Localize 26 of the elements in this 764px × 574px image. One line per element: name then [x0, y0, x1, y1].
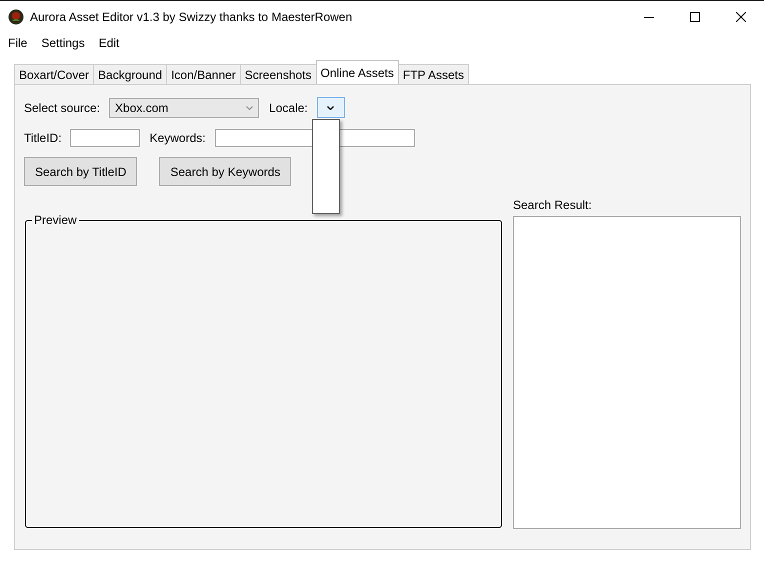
tab[interactable]: FTP Assets: [398, 64, 470, 84]
tab[interactable]: Screenshots: [240, 64, 316, 84]
search-button[interactable]: Search by TitleID: [24, 157, 138, 186]
titleid-field[interactable]: [70, 129, 140, 147]
tab[interactable]: Icon/Banner: [166, 64, 241, 84]
locale-dropdown[interactable]: [316, 97, 345, 118]
menu-item[interactable]: Settings: [41, 36, 85, 50]
source-dropdown[interactable]: Xbox.com: [109, 98, 260, 118]
maximize-icon: [690, 12, 700, 22]
app-icon: [8, 9, 24, 25]
field-label: Search Result:: [513, 198, 593, 212]
window-title: Aurora Asset Editor v1.3 by Swizzy thanks to MaesterRowen: [30, 10, 352, 24]
field-label: Locale:: [269, 100, 308, 114]
menu-item[interactable]: Edit: [98, 36, 120, 50]
chevron-icon: [246, 106, 254, 110]
menu-item[interactable]: File: [8, 36, 28, 50]
tab[interactable]: Online Assets: [316, 60, 399, 84]
group-label: Preview: [32, 213, 79, 227]
close-icon: [736, 12, 746, 22]
tab[interactable]: Boxart/Cover: [14, 64, 94, 84]
field-label: Select source:: [24, 100, 100, 114]
search-button[interactable]: Search by Keywords: [159, 157, 292, 186]
tab[interactable]: Background: [93, 64, 168, 84]
field-label: TitleID:: [24, 131, 62, 145]
chevron-icon: [327, 106, 334, 110]
field-label: Keywords:: [150, 131, 206, 145]
